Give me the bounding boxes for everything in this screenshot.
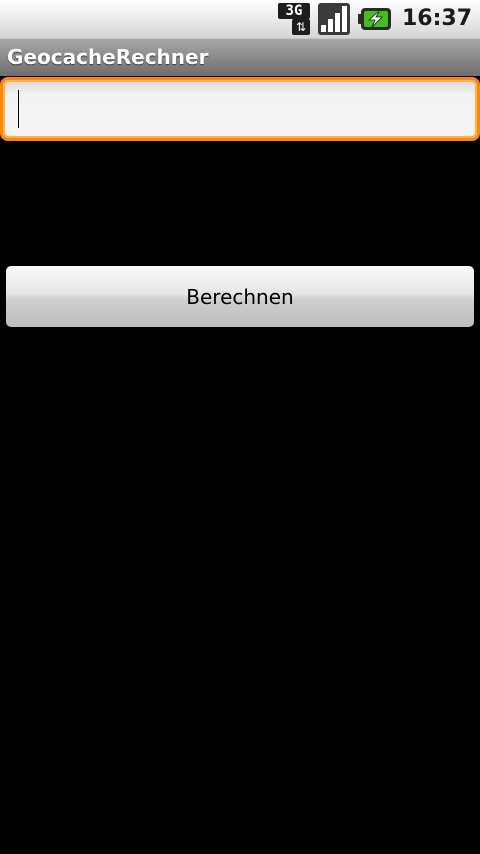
- app-title: GeocacheRechner: [7, 45, 209, 69]
- mobile-data-icon: 3G ⇅: [277, 3, 310, 35]
- coordinate-input[interactable]: [17, 88, 467, 130]
- status-icons: 3G ⇅ 16:37: [277, 0, 472, 38]
- app-title-bar: GeocacheRechner: [0, 38, 480, 76]
- signal-strength-icon: [317, 3, 350, 35]
- battery-charging-icon: [357, 8, 391, 30]
- app-screen: 3G ⇅ 16:37 GeocacheRechner Berechnen: [0, 0, 480, 854]
- text-cursor: [18, 90, 19, 128]
- status-clock: 16:37: [401, 6, 472, 31]
- network-type-label: 3G: [277, 3, 310, 19]
- status-bar: 3G ⇅ 16:37: [0, 0, 480, 38]
- input-field-container[interactable]: [0, 77, 480, 141]
- data-arrows-icon: ⇅: [291, 19, 310, 35]
- calculate-button[interactable]: Berechnen: [6, 266, 474, 327]
